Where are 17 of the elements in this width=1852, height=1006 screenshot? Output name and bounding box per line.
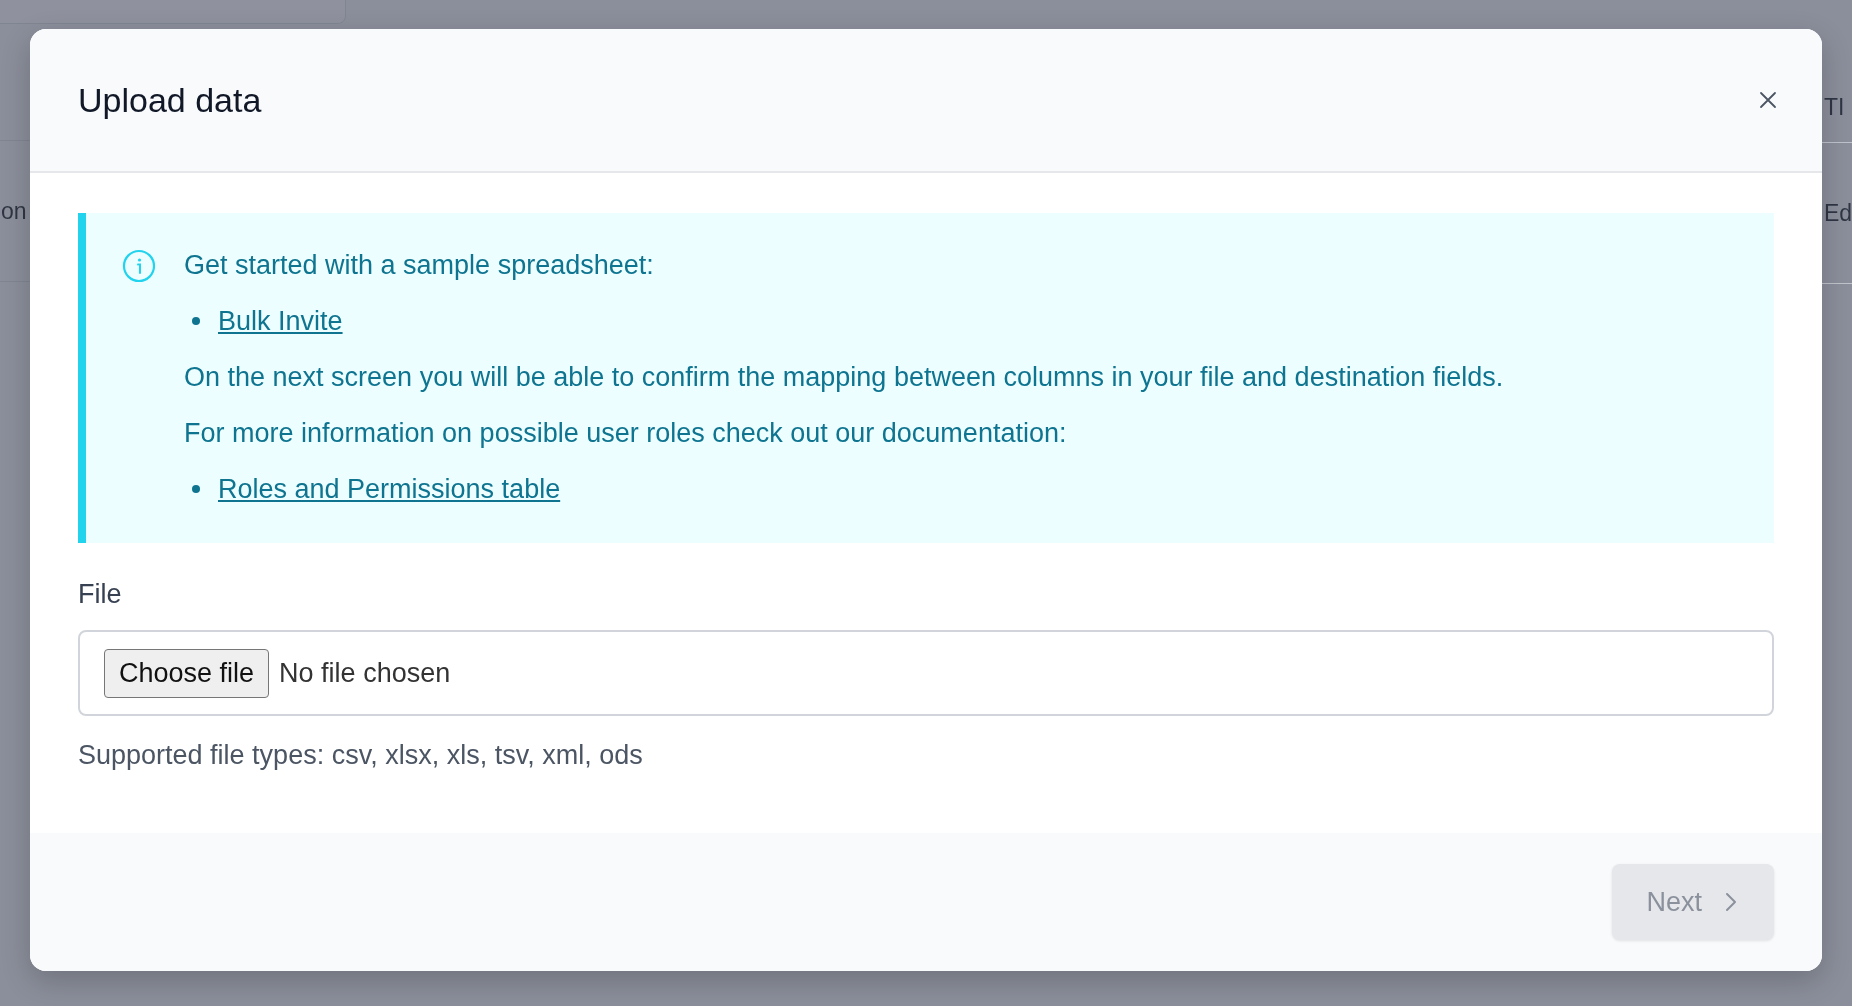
field-label: File xyxy=(78,579,123,610)
file-status-text: No file chosen xyxy=(279,657,451,689)
document-link[interactable]: Roles and Permissions table xyxy=(218,471,561,507)
choose-file-button[interactable]: Choose file xyxy=(104,648,270,698)
background-text: on xyxy=(1,197,27,225)
info-text: Get started with a sample spreadsheet: xyxy=(184,249,655,282)
help-text: Supported file types: csv, xlsx, xls, tsv, xml, ods xyxy=(78,740,644,771)
file-input-field[interactable]: Choose file No file chosen xyxy=(78,630,1774,716)
info-text: On the next screen you will be able to confirm the mapping between columns in your file and destination fields. xyxy=(184,361,1504,394)
bullet-icon xyxy=(192,317,200,325)
bullet-icon xyxy=(192,485,200,493)
info-text: For more information on possible user roles check out our documentation: xyxy=(184,417,1068,450)
chevron-right-icon xyxy=(1724,891,1738,913)
info-icon xyxy=(122,249,156,283)
close-icon xyxy=(1758,90,1778,110)
document-link[interactable]: Bulk Invite xyxy=(218,303,343,339)
dialog-title: Upload data xyxy=(78,80,262,120)
